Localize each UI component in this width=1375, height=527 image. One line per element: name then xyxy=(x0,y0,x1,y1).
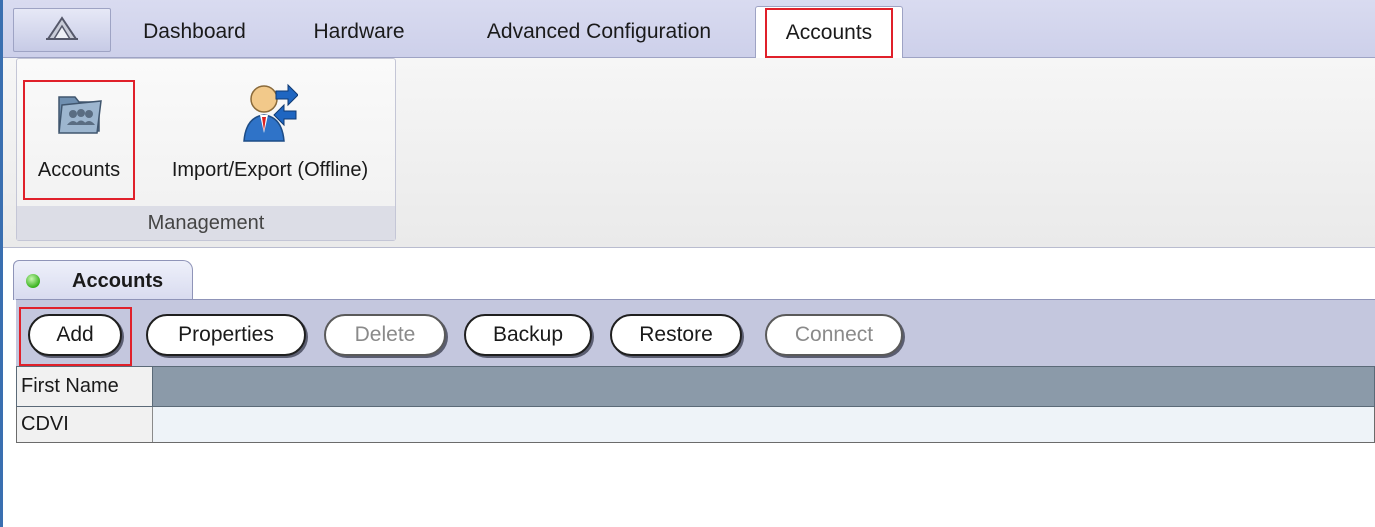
restore-button[interactable]: Restore xyxy=(610,314,742,356)
column-header-first-name[interactable]: First Name xyxy=(17,367,153,406)
cell-first-name: CDVI xyxy=(17,407,153,442)
table-row[interactable]: CDVI xyxy=(16,407,1375,443)
connect-button[interactable]: Connect xyxy=(765,314,903,356)
add-button[interactable]: Add xyxy=(28,314,122,356)
tab-accounts[interactable]: Accounts xyxy=(755,6,903,59)
backup-button[interactable]: Backup xyxy=(464,314,592,356)
ribbon-body: Accounts Import/Export (Offline) Managem… xyxy=(3,58,1375,248)
ribbon-button-accounts-label: Accounts xyxy=(37,159,121,181)
application-menu-button[interactable] xyxy=(13,8,111,52)
ribbon-group-caption: Management xyxy=(17,206,395,240)
delete-button[interactable]: Delete xyxy=(324,314,446,356)
document-tab-label: Accounts xyxy=(72,270,164,292)
import-export-user-icon xyxy=(242,81,299,149)
status-dot-icon xyxy=(26,274,40,288)
ribbon-button-accounts[interactable]: Accounts xyxy=(23,83,135,182)
ribbon-tab-row: Dashboard Hardware Advanced Configuratio… xyxy=(3,0,1375,59)
grid-header-row: First Name xyxy=(16,366,1375,407)
ribbon-button-import-export-label: Import/Export (Offline) xyxy=(171,159,369,181)
accounts-toolbar: Add Properties Delete Backup Restore Con… xyxy=(16,299,1375,366)
properties-button[interactable]: Properties xyxy=(146,314,306,356)
document-tab-accounts[interactable]: Accounts xyxy=(13,260,193,300)
ribbon-group-management: Accounts Import/Export (Offline) Managem… xyxy=(16,58,396,241)
document-area: Accounts Add Properties Delete Backup Re… xyxy=(3,248,1375,527)
accounts-grid: First Name CDVI xyxy=(16,366,1375,443)
tab-hardware[interactable]: Hardware xyxy=(299,6,419,58)
app-logo-icon xyxy=(44,15,80,46)
tab-dashboard[interactable]: Dashboard xyxy=(133,6,256,58)
accounts-folder-icon xyxy=(53,87,105,143)
ribbon-button-import-export[interactable]: Import/Export (Offline) xyxy=(147,83,393,182)
tab-advanced-configuration[interactable]: Advanced Configuration xyxy=(459,6,739,58)
